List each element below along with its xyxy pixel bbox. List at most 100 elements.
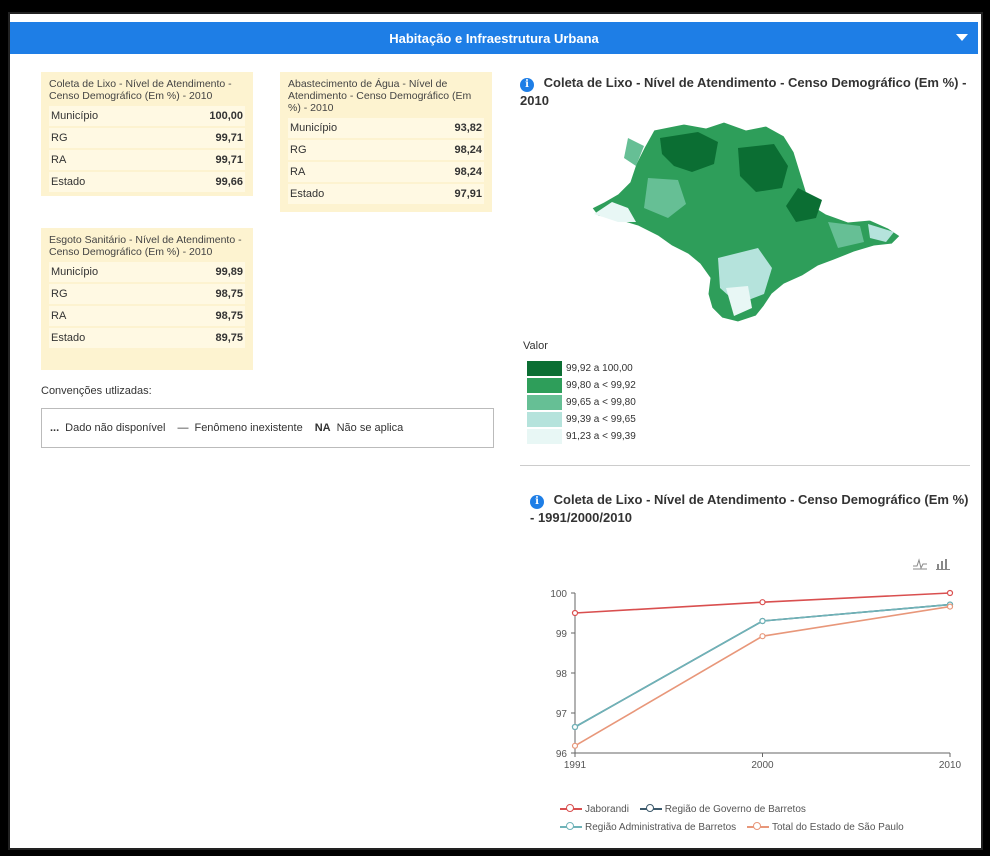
data-point[interactable] xyxy=(946,589,954,597)
data-point[interactable] xyxy=(759,599,766,606)
line-chart[interactable]: 96 97 98 99 100 1991 2000 2010 xyxy=(520,575,970,775)
line-chart-title: i Coleta de Lixo - Nível de Atendimento … xyxy=(530,491,970,526)
notapp-text: Não se aplica xyxy=(336,422,404,434)
y-tick-label: 96 xyxy=(556,749,568,760)
legend-item[interactable]: 99,80 a < 99,92 xyxy=(527,377,636,394)
legend-label: 99,39 a < 99,65 xyxy=(566,414,636,425)
table-row: Município 99,89 xyxy=(49,262,245,283)
row-label: Município xyxy=(51,110,99,122)
x-tick-label: 2000 xyxy=(751,760,774,771)
row-value: 99,71 xyxy=(215,132,243,144)
y-tick-label: 100 xyxy=(550,589,567,600)
data-point[interactable] xyxy=(571,609,579,617)
row-label: Município xyxy=(51,266,99,278)
info-icon[interactable]: i xyxy=(520,78,534,92)
row-value: 98,75 xyxy=(215,310,243,322)
row-value: 99,71 xyxy=(215,154,243,166)
section-header[interactable]: Habitação e Infraestrutura Urbana xyxy=(10,22,978,54)
chart-legend-item[interactable]: Região Administrativa de Barretos xyxy=(560,818,736,836)
legend-marker xyxy=(560,804,582,814)
x-tick-label: 1991 xyxy=(564,760,587,771)
info-icon[interactable]: i xyxy=(530,495,544,509)
legend-item[interactable]: 91,23 a < 99,39 xyxy=(527,428,636,445)
table-row: Município 100,00 xyxy=(49,106,245,127)
data-point[interactable] xyxy=(946,603,954,610)
legend-swatch xyxy=(527,395,562,410)
table-row: RA 99,71 xyxy=(49,150,245,171)
table-row: Estado 99,66 xyxy=(49,172,245,193)
card-title: Esgoto Sanitário - Nível de Atendimento … xyxy=(49,234,242,258)
chart-legend-item[interactable]: Total do Estado de São Paulo xyxy=(746,818,904,836)
section-divider xyxy=(520,465,970,466)
legend-swatch xyxy=(527,361,562,376)
table-row: RG 98,24 xyxy=(288,140,484,161)
section-title: Habitação e Infraestrutura Urbana xyxy=(389,30,599,46)
legend-item[interactable]: 99,39 a < 99,65 xyxy=(527,411,636,428)
table-row: Estado 89,75 xyxy=(49,328,245,349)
row-value: 99,89 xyxy=(215,266,243,278)
legend-label: 99,92 a 100,00 xyxy=(566,363,633,374)
row-label: Município xyxy=(290,122,338,134)
table-row: RA 98,24 xyxy=(288,162,484,183)
legend-item[interactable]: 99,92 a 100,00 xyxy=(527,360,636,377)
y-tick-label: 97 xyxy=(556,709,568,720)
row-value: 97,91 xyxy=(454,188,482,200)
choropleth-map[interactable] xyxy=(588,118,908,328)
legend-label: Região de Governo de Barretos xyxy=(664,803,806,815)
table-row: RA 98,75 xyxy=(49,306,245,327)
row-label: RG xyxy=(51,132,68,144)
legend-label: Região Administrativa de Barretos xyxy=(585,821,737,833)
chart-toolbox xyxy=(912,558,950,570)
indicator-card-abastecimento-agua: Abastecimento de Água - Nível de Atendim… xyxy=(280,72,492,212)
map-legend-title: Valor xyxy=(523,340,548,352)
indicator-card-esgoto-sanitario: Esgoto Sanitário - Nível de Atendimento … xyxy=(41,228,253,370)
legend-swatch xyxy=(527,378,562,393)
data-point[interactable] xyxy=(759,617,766,625)
row-label: RA xyxy=(51,154,67,166)
legend-marker xyxy=(746,822,769,832)
row-label: RG xyxy=(51,288,68,300)
legend-swatch xyxy=(527,429,562,444)
map-title: i Coleta de Lixo - Nível de Atendimento … xyxy=(520,74,970,109)
row-value: 98,75 xyxy=(215,288,243,300)
row-value: 89,75 xyxy=(215,332,243,344)
table-row: RG 98,75 xyxy=(49,284,245,305)
legend-item[interactable]: 99,65 a < 99,80 xyxy=(527,394,636,411)
row-label: Estado xyxy=(290,188,325,200)
row-label: Estado xyxy=(51,176,86,188)
legend-marker xyxy=(560,822,582,832)
x-tick-label: 2010 xyxy=(939,760,962,771)
indicator-card-coleta-lixo: Coleta de Lixo - Nível de Atendimento - … xyxy=(41,72,253,196)
row-label: RG xyxy=(290,144,307,156)
card-title: Abastecimento de Água - Nível de Atendim… xyxy=(288,78,472,114)
series-line[interactable] xyxy=(574,605,951,747)
data-point[interactable] xyxy=(571,742,579,749)
row-label: Estado xyxy=(51,332,86,344)
data-point[interactable] xyxy=(759,633,766,640)
none-symbol: — xyxy=(177,422,189,434)
table-row: RG 99,71 xyxy=(49,128,245,149)
row-value: 99,66 xyxy=(215,176,243,188)
bar-chart-toggle-icon[interactable] xyxy=(936,558,950,570)
legend-label: Total do Estado de São Paulo xyxy=(771,821,904,833)
map-legend: 99,92 a 100,00 99,80 a < 99,92 99,65 a <… xyxy=(527,360,636,445)
legend-label: 91,23 a < 99,39 xyxy=(566,431,636,442)
chart-legend: Jaborandi Região de Governo de Barretos … xyxy=(560,800,912,836)
legend-label: 99,65 a < 99,80 xyxy=(566,397,636,408)
chevron-down-icon[interactable] xyxy=(956,34,968,41)
na-symbol: ... xyxy=(50,422,60,434)
map-title-text: Coleta de Lixo - Nível de Atendimento - … xyxy=(520,75,967,108)
table-row: Município 93,82 xyxy=(288,118,484,139)
legend-label: Jaborandi xyxy=(585,803,629,815)
row-value: 93,82 xyxy=(454,122,482,134)
chart-legend-item[interactable]: Jaborandi xyxy=(560,800,629,818)
y-tick-label: 98 xyxy=(556,669,568,680)
line-chart-toggle-icon[interactable] xyxy=(912,558,928,570)
legend-label: 99,80 a < 99,92 xyxy=(566,380,636,391)
chart-legend-item[interactable]: Região de Governo de Barretos xyxy=(639,800,806,818)
row-label: RA xyxy=(51,310,67,322)
row-label: RA xyxy=(290,166,306,178)
data-point[interactable] xyxy=(571,723,579,731)
notapp-symbol: NA xyxy=(314,422,331,434)
row-value: 98,24 xyxy=(454,144,482,156)
